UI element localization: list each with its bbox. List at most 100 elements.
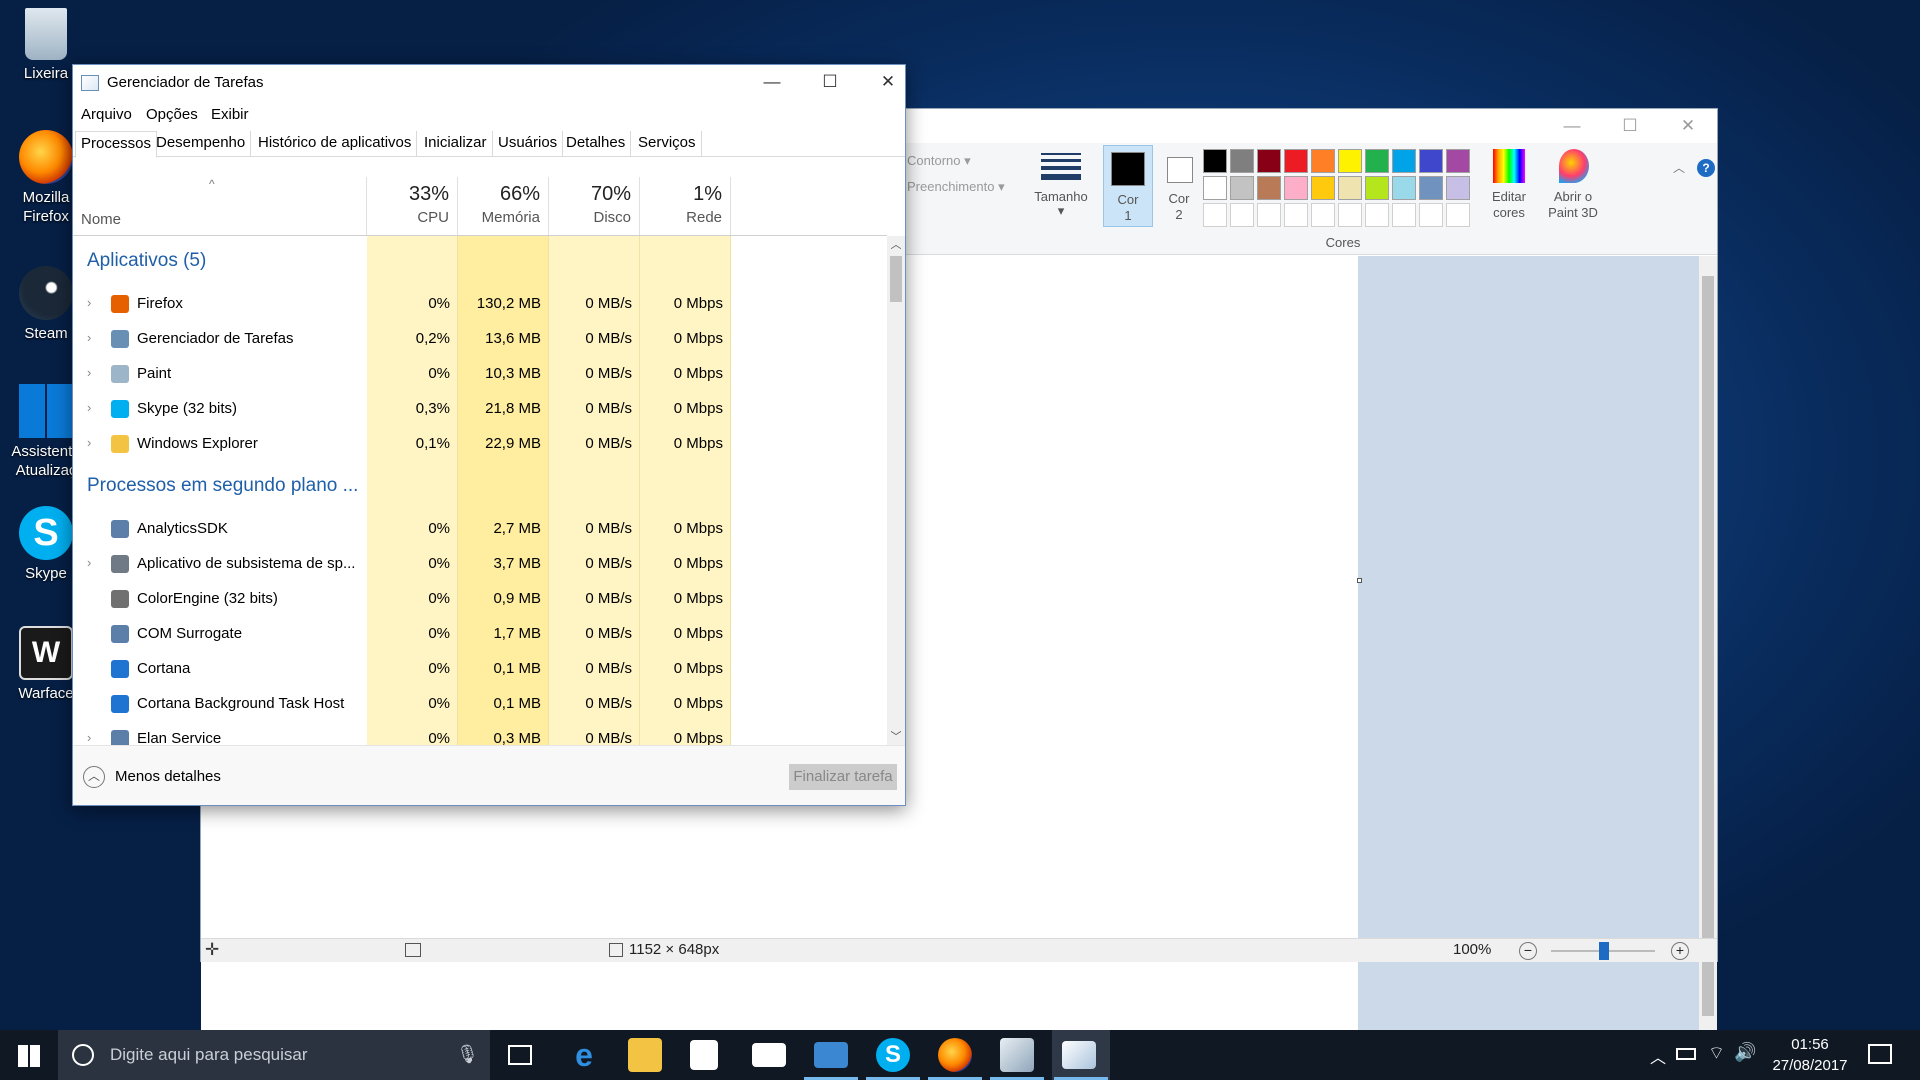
palette-swatch-empty[interactable] xyxy=(1257,203,1281,227)
show-hidden-icons-icon[interactable]: ︿ xyxy=(1650,1044,1666,1068)
expand-chevron-icon[interactable]: › xyxy=(87,295,91,310)
tab-processos[interactable]: Processos xyxy=(75,131,158,158)
column-header-network[interactable]: 1% Rede xyxy=(640,177,731,235)
palette-swatch[interactable] xyxy=(1392,176,1416,200)
group-header[interactable]: Aplicativos (5) xyxy=(87,250,206,272)
end-task-button[interactable]: Finalizar tarefa xyxy=(789,764,897,790)
zoom-in-icon[interactable]: + xyxy=(1671,942,1689,960)
palette-swatch[interactable] xyxy=(1419,176,1443,200)
column-header-disk[interactable]: 70% Disco xyxy=(549,177,640,235)
tm-titlebar[interactable]: Gerenciador de Tarefas — ☐ ✕ xyxy=(73,65,905,101)
expand-chevron-icon[interactable]: › xyxy=(87,330,91,345)
cor2-button[interactable]: Cor 2 xyxy=(1155,145,1205,227)
palette-swatch-empty[interactable] xyxy=(1203,203,1227,227)
palette-swatch[interactable] xyxy=(1284,176,1308,200)
clock[interactable]: 01:56 27/08/2017 xyxy=(1760,1034,1860,1076)
menu-exibir[interactable]: Exibir xyxy=(211,106,249,123)
collapse-icon[interactable]: ︿ xyxy=(83,766,105,788)
preenchimento-button[interactable]: Preenchimento ▾ xyxy=(907,179,1005,195)
file-explorer-icon[interactable] xyxy=(628,1038,662,1072)
task-view-icon[interactable] xyxy=(508,1045,532,1065)
palette-swatch-empty[interactable] xyxy=(1311,203,1335,227)
microphone-icon[interactable]: 🎙 xyxy=(456,1044,479,1065)
expand-chevron-icon[interactable]: › xyxy=(87,365,91,380)
palette-swatch[interactable] xyxy=(1311,149,1335,173)
edge-icon[interactable]: e xyxy=(567,1038,601,1072)
paint-scrollbar-thumb[interactable] xyxy=(1702,276,1714,1016)
skype-icon[interactable]: S xyxy=(876,1038,910,1072)
zoom-out-icon[interactable]: − xyxy=(1519,942,1537,960)
scroll-up-icon[interactable]: ︿ xyxy=(890,236,902,251)
column-header-cpu[interactable]: 33% CPU xyxy=(367,177,458,235)
tm-maximize-button[interactable]: ☐ xyxy=(801,65,859,99)
tab-detalhes[interactable]: Detalhes xyxy=(561,131,632,157)
abrir-paint3d-button[interactable]: Abrir o Paint 3D xyxy=(1541,145,1605,229)
column-header-name[interactable]: Nome xyxy=(73,177,367,235)
tamanho-button[interactable]: Tamanho ▾ xyxy=(1027,145,1095,229)
palette-swatch[interactable] xyxy=(1446,176,1470,200)
palette-swatch[interactable] xyxy=(1257,149,1281,173)
palette-swatch-empty[interactable] xyxy=(1284,203,1308,227)
collapse-ribbon-icon[interactable]: ︿ xyxy=(1673,159,1685,176)
palette-swatch[interactable] xyxy=(1230,149,1254,173)
start-button[interactable] xyxy=(18,1045,40,1067)
palette-swatch[interactable] xyxy=(1365,149,1389,173)
tm-scrollbar[interactable]: ︿ ﹀ xyxy=(887,236,905,745)
menu-arquivo[interactable]: Arquivo xyxy=(81,106,132,123)
palette-swatch[interactable] xyxy=(1338,149,1362,173)
cor1-button[interactable]: Cor 1 xyxy=(1103,145,1153,227)
tab-historico[interactable]: Histórico de aplicativos xyxy=(253,131,418,157)
palette-swatch[interactable] xyxy=(1338,176,1362,200)
paint-maximize-button[interactable]: ☐ xyxy=(1601,109,1659,143)
tm-minimize-button[interactable]: — xyxy=(743,65,801,99)
help-icon[interactable]: ? xyxy=(1697,159,1715,177)
less-details-link[interactable]: Menos detalhes xyxy=(115,768,221,785)
tab-usuarios[interactable]: Usuários xyxy=(493,131,564,157)
menu-opcoes[interactable]: Opções xyxy=(146,106,198,123)
paint-close-button[interactable]: ✕ xyxy=(1659,109,1717,143)
editar-cores-button[interactable]: Editar cores xyxy=(1479,145,1539,229)
column-header-memory[interactable]: 66% Memória xyxy=(458,177,549,235)
palette-swatch-empty[interactable] xyxy=(1419,203,1443,227)
wifi-icon[interactable]: ⌔ xyxy=(1708,1042,1725,1065)
paint-icon[interactable] xyxy=(1000,1038,1034,1072)
palette-swatch-empty[interactable] xyxy=(1446,203,1470,227)
palette-swatch-empty[interactable] xyxy=(1392,203,1416,227)
palette-swatch[interactable] xyxy=(1365,176,1389,200)
store-icon[interactable] xyxy=(690,1040,718,1070)
palette-swatch[interactable] xyxy=(1257,176,1281,200)
scroll-down-icon[interactable]: ﹀ xyxy=(890,728,902,743)
tm-scrollbar-thumb[interactable] xyxy=(890,256,902,302)
palette-swatch[interactable] xyxy=(1203,176,1227,200)
palette-swatch[interactable] xyxy=(1230,176,1254,200)
task-manager-icon[interactable] xyxy=(1062,1041,1096,1069)
taskbar-search[interactable]: Digite aqui para pesquisar 🎙 xyxy=(58,1030,490,1080)
paint-minimize-button[interactable]: — xyxy=(1543,109,1601,143)
contorno-button[interactable]: Contorno ▾ xyxy=(907,153,971,169)
palette-swatch[interactable] xyxy=(1203,149,1227,173)
canvas-resize-handle[interactable] xyxy=(1357,578,1362,583)
palette-swatch-empty[interactable] xyxy=(1230,203,1254,227)
desktop-app-icon[interactable] xyxy=(814,1042,848,1068)
tab-servicos[interactable]: Serviços xyxy=(633,131,702,157)
tab-inicializar[interactable]: Inicializar xyxy=(419,131,493,157)
expand-chevron-icon[interactable]: › xyxy=(87,730,91,745)
palette-swatch[interactable] xyxy=(1284,149,1308,173)
tab-desempenho[interactable]: Desempenho xyxy=(151,131,252,157)
expand-chevron-icon[interactable]: › xyxy=(87,555,91,570)
firefox-icon[interactable] xyxy=(938,1038,972,1072)
expand-chevron-icon[interactable]: › xyxy=(87,435,91,450)
paint-scrollbar[interactable] xyxy=(1699,256,1717,1038)
battery-icon[interactable] xyxy=(1676,1048,1696,1060)
palette-swatch[interactable] xyxy=(1311,176,1335,200)
palette-swatch[interactable] xyxy=(1392,149,1416,173)
tm-close-button[interactable]: ✕ xyxy=(859,65,917,99)
palette-swatch-empty[interactable] xyxy=(1338,203,1362,227)
action-center-icon[interactable] xyxy=(1868,1044,1892,1064)
palette-swatch[interactable] xyxy=(1446,149,1470,173)
palette-swatch-empty[interactable] xyxy=(1365,203,1389,227)
volume-icon[interactable]: 🔊 xyxy=(1734,1042,1756,1063)
expand-chevron-icon[interactable]: › xyxy=(87,400,91,415)
zoom-slider-thumb[interactable] xyxy=(1599,942,1609,960)
palette-swatch[interactable] xyxy=(1419,149,1443,173)
